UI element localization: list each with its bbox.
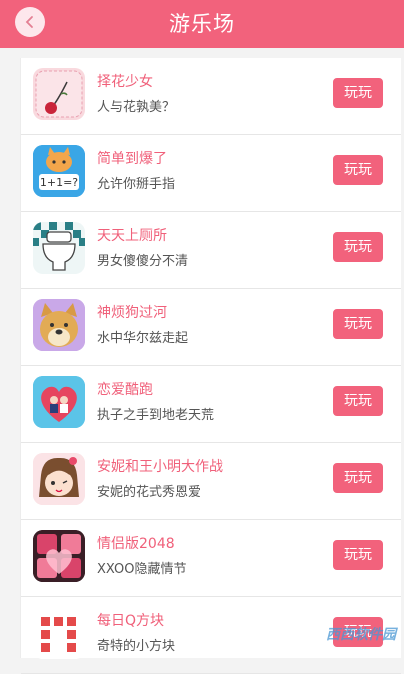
list-item[interactable]: 恋爱酷跑 执子之手到地老天荒 玩玩 <box>21 366 401 443</box>
game-desc: XXOO隐藏情节 <box>97 562 187 577</box>
list-item[interactable]: 择花少女 人与花孰美？ 玩玩 <box>21 58 401 135</box>
doge-icon <box>33 299 85 351</box>
game-desc: 执子之手到地老天荒 <box>97 408 215 423</box>
list-item[interactable]: 神烦狗过河 水中华尔兹走起 玩玩 <box>21 289 401 366</box>
game-name: 每日Q方块 <box>97 613 165 629</box>
heart-2048-icon <box>33 530 85 582</box>
game-name: 恋爱酷跑 <box>97 382 153 398</box>
game-name: 择花少女 <box>97 74 153 90</box>
play-button[interactable]: 玩玩 <box>333 463 383 493</box>
heart-couple-icon <box>33 376 85 428</box>
list-item[interactable]: 1+1=? 简单到爆了 允许你掰手指 玩玩 <box>21 135 401 212</box>
site-watermark: 西西软件园 <box>326 627 396 643</box>
play-button[interactable]: 玩玩 <box>333 78 383 108</box>
play-button[interactable]: 玩玩 <box>333 540 383 570</box>
game-name: 天天上厕所 <box>97 228 167 244</box>
game-name: 情侣版2048 <box>97 536 175 552</box>
game-desc: 奇特的小方块 <box>97 639 176 654</box>
list-item[interactable]: 天天上厕所 男女傻傻分不清 玩玩 <box>21 212 401 289</box>
anime-girl-icon <box>33 453 85 505</box>
rose-icon <box>33 68 85 120</box>
q-block-icon <box>33 607 85 659</box>
app-header: 游乐场 <box>0 0 404 48</box>
play-button[interactable]: 玩玩 <box>333 155 383 185</box>
game-desc: 人与花孰美？ <box>97 100 176 115</box>
game-name: 简单到爆了 <box>97 151 167 167</box>
game-name: 安妮和王小明大作战 <box>97 459 223 475</box>
play-button[interactable]: 玩玩 <box>333 232 383 262</box>
game-desc: 允许你掰手指 <box>97 177 176 192</box>
game-desc: 水中华尔兹走起 <box>97 331 189 346</box>
cat-math-icon: 1+1=? <box>33 145 85 197</box>
play-button[interactable]: 玩玩 <box>333 309 383 339</box>
toilet-icon <box>33 222 85 274</box>
page-title: 游乐场 <box>169 12 235 36</box>
svg-text:1+1=?: 1+1=? <box>40 176 78 189</box>
game-desc: 安妮的花式秀恩爱 <box>97 485 202 500</box>
play-button[interactable]: 玩玩 <box>333 386 383 416</box>
game-list: 择花少女 人与花孰美？ 玩玩 1+1=? 简单到爆了 允许你掰手指 玩玩 天天上… <box>20 58 401 674</box>
game-desc: 男女傻傻分不清 <box>97 254 189 269</box>
list-item[interactable]: 安妮和王小明大作战 安妮的花式秀恩爱 玩玩 <box>21 443 401 520</box>
game-name: 神烦狗过河 <box>97 305 167 321</box>
list-item[interactable]: 情侣版2048 XXOO隐藏情节 玩玩 <box>21 520 401 597</box>
